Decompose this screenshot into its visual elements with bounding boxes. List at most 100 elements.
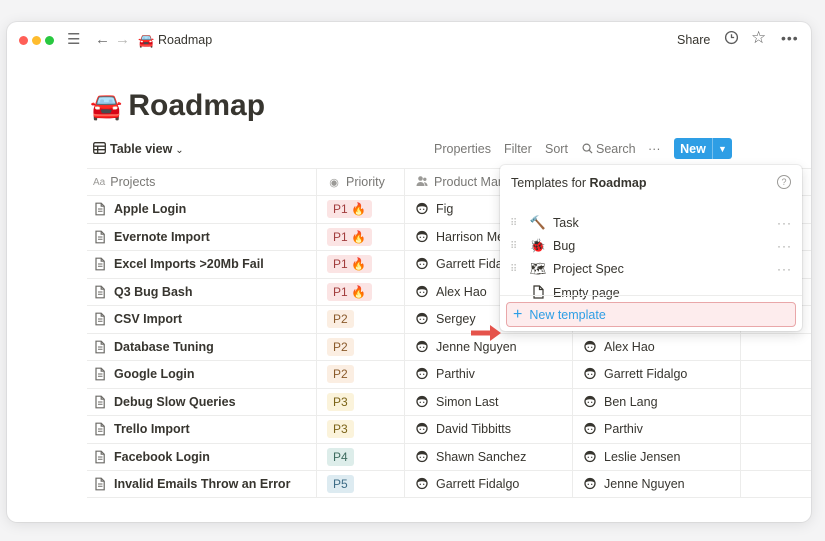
close-window-button[interactable]	[19, 36, 28, 45]
priority-cell[interactable]: P1 🔥	[317, 278, 405, 305]
share-button[interactable]: Share	[677, 32, 710, 48]
sidebar-menu-icon[interactable]: ☰	[67, 31, 80, 49]
help-icon[interactable]: ?	[777, 175, 791, 189]
engineer-cell[interactable]: Parthiv	[573, 416, 741, 443]
header-priority-label: Priority	[346, 175, 385, 189]
product-manager-cell[interactable]: Shawn Sanchez	[405, 443, 573, 470]
favorite-star-icon[interactable]: ☆	[751, 29, 766, 47]
page-icon	[93, 230, 107, 244]
project-name: Evernote Import	[114, 229, 210, 244]
template-item[interactable]: ⠿ 🐞 Bug ···	[500, 235, 802, 257]
page-icon	[93, 340, 107, 354]
forward-arrow-icon[interactable]: →	[115, 31, 130, 49]
page-title-text[interactable]: Roadmap	[128, 89, 265, 122]
filter-button[interactable]: Filter	[504, 139, 532, 159]
table-row[interactable]: Debug Slow Queries P3 Simon Last Ben Lang	[87, 387, 811, 415]
priority-cell[interactable]: P5	[317, 471, 405, 497]
search-icon	[582, 143, 593, 154]
new-button[interactable]: New	[674, 142, 712, 156]
project-name: Invalid Emails Throw an Error	[114, 476, 291, 491]
project-cell[interactable]: Facebook Login	[87, 443, 317, 470]
new-template-label: New template	[529, 307, 606, 322]
product-manager-cell[interactable]: Parthiv	[405, 361, 573, 388]
template-more-icon[interactable]: ···	[777, 262, 792, 276]
priority-cell[interactable]: P4	[317, 443, 405, 470]
priority-tag: P2	[327, 365, 354, 384]
header-priority[interactable]: ◉ Priority	[317, 169, 405, 195]
more-toolbar-icon[interactable]: ···	[648, 139, 661, 159]
page-title[interactable]: 🚘 Roadmap	[90, 88, 265, 124]
avatar	[583, 450, 597, 464]
template-item[interactable]: Empty page	[500, 282, 802, 304]
new-dropdown-chevron-icon[interactable]: ▼	[713, 144, 732, 154]
new-template-button[interactable]: + New template	[506, 302, 796, 327]
table-row[interactable]: Trello Import P3 David Tibbitts Parthiv	[87, 415, 811, 443]
product-manager-cell[interactable]: David Tibbitts	[405, 416, 573, 443]
project-name: Apple Login	[114, 202, 187, 217]
priority-cell[interactable]: P3	[317, 416, 405, 443]
avatar	[415, 285, 429, 299]
priority-cell[interactable]: P1 🔥	[317, 251, 405, 278]
priority-cell[interactable]: P2	[317, 306, 405, 333]
priority-cell[interactable]: P2	[317, 361, 405, 388]
template-item[interactable]: ⠿ 🔨 Task ···	[500, 212, 802, 234]
project-cell[interactable]: Evernote Import	[87, 223, 317, 250]
engineer-cell[interactable]: Garrett Fidalgo	[573, 361, 741, 388]
priority-cell[interactable]: P2	[317, 333, 405, 360]
project-cell[interactable]: CSV Import	[87, 306, 317, 333]
table-row[interactable]: Database Tuning P2 Jenne Nguyen Alex Hao	[87, 332, 811, 360]
properties-button[interactable]: Properties	[434, 139, 491, 159]
project-cell[interactable]: Q3 Bug Bash	[87, 278, 317, 305]
person-property-icon	[415, 175, 429, 190]
priority-tag: P1 🔥	[327, 227, 372, 246]
engineer-name: Parthiv	[604, 422, 643, 437]
priority-cell[interactable]: P1 🔥	[317, 223, 405, 250]
drag-handle-icon[interactable]: ⠿	[510, 241, 524, 252]
project-cell[interactable]: Google Login	[87, 361, 317, 388]
product-manager-name: Alex Hao	[436, 284, 487, 299]
project-name: Facebook Login	[114, 449, 210, 464]
project-cell[interactable]: Database Tuning	[87, 333, 317, 360]
project-cell[interactable]: Apple Login	[87, 196, 317, 223]
avatar	[415, 450, 429, 464]
maximize-window-button[interactable]	[45, 36, 54, 45]
minimize-window-button[interactable]	[32, 36, 41, 45]
table-row[interactable]: Facebook Login P4 Shawn Sanchez Leslie Jens…	[87, 442, 811, 470]
search-button[interactable]: Search	[582, 139, 636, 159]
back-arrow-icon[interactable]: ←	[95, 31, 110, 49]
engineer-cell[interactable]: Ben Lang	[573, 388, 741, 415]
engineer-name: Leslie Jensen	[604, 449, 681, 464]
drag-handle-icon[interactable]: ⠿	[510, 264, 524, 275]
sort-button[interactable]: Sort	[545, 139, 568, 159]
engineer-cell[interactable]: Jenne Nguyen	[573, 471, 741, 497]
breadcrumb-page[interactable]: Roadmap	[158, 32, 212, 48]
priority-cell[interactable]: P3	[317, 388, 405, 415]
page-icon	[93, 395, 107, 409]
table-icon	[93, 142, 106, 154]
more-options-icon[interactable]: •••	[781, 29, 799, 47]
page-icon[interactable]: 🚘	[90, 91, 122, 121]
header-projects[interactable]: Aa Projects	[87, 169, 317, 195]
priority-cell[interactable]: P1 🔥	[317, 196, 405, 223]
table-row[interactable]: Google Login P2 Parthiv Garrett Fidalgo	[87, 360, 811, 388]
engineer-cell[interactable]: Alex Hao	[573, 333, 741, 360]
avatar	[415, 367, 429, 381]
table-view-selector[interactable]: Table view ⌄	[93, 139, 184, 159]
app-window: ☰ ← → 🚘 Roadmap Share ☆ ••• 🚘 Roadmap Tab…	[7, 22, 811, 522]
drag-handle-icon[interactable]: ⠿	[510, 218, 524, 229]
project-name: Trello Import	[114, 422, 190, 437]
engineer-cell[interactable]: Leslie Jensen	[573, 443, 741, 470]
project-cell[interactable]: Trello Import	[87, 416, 317, 443]
table-row[interactable]: Invalid Emails Throw an Error P5 Garrett F…	[87, 470, 811, 498]
product-manager-cell[interactable]: Simon Last	[405, 388, 573, 415]
product-manager-cell[interactable]: Garrett Fidalgo	[405, 471, 573, 497]
project-cell[interactable]: Debug Slow Queries	[87, 388, 317, 415]
templates-title-prefix: Templates for	[511, 176, 587, 190]
project-cell[interactable]: Invalid Emails Throw an Error	[87, 471, 317, 497]
template-more-icon[interactable]: ···	[777, 216, 792, 230]
project-cell[interactable]: Excel Imports >20Mb Fail	[87, 251, 317, 278]
page-icon	[93, 202, 107, 216]
history-clock-icon[interactable]	[724, 30, 739, 50]
template-more-icon[interactable]: ···	[777, 239, 792, 253]
template-item[interactable]: ⠿ 🗺 Project Spec ···	[500, 258, 802, 280]
